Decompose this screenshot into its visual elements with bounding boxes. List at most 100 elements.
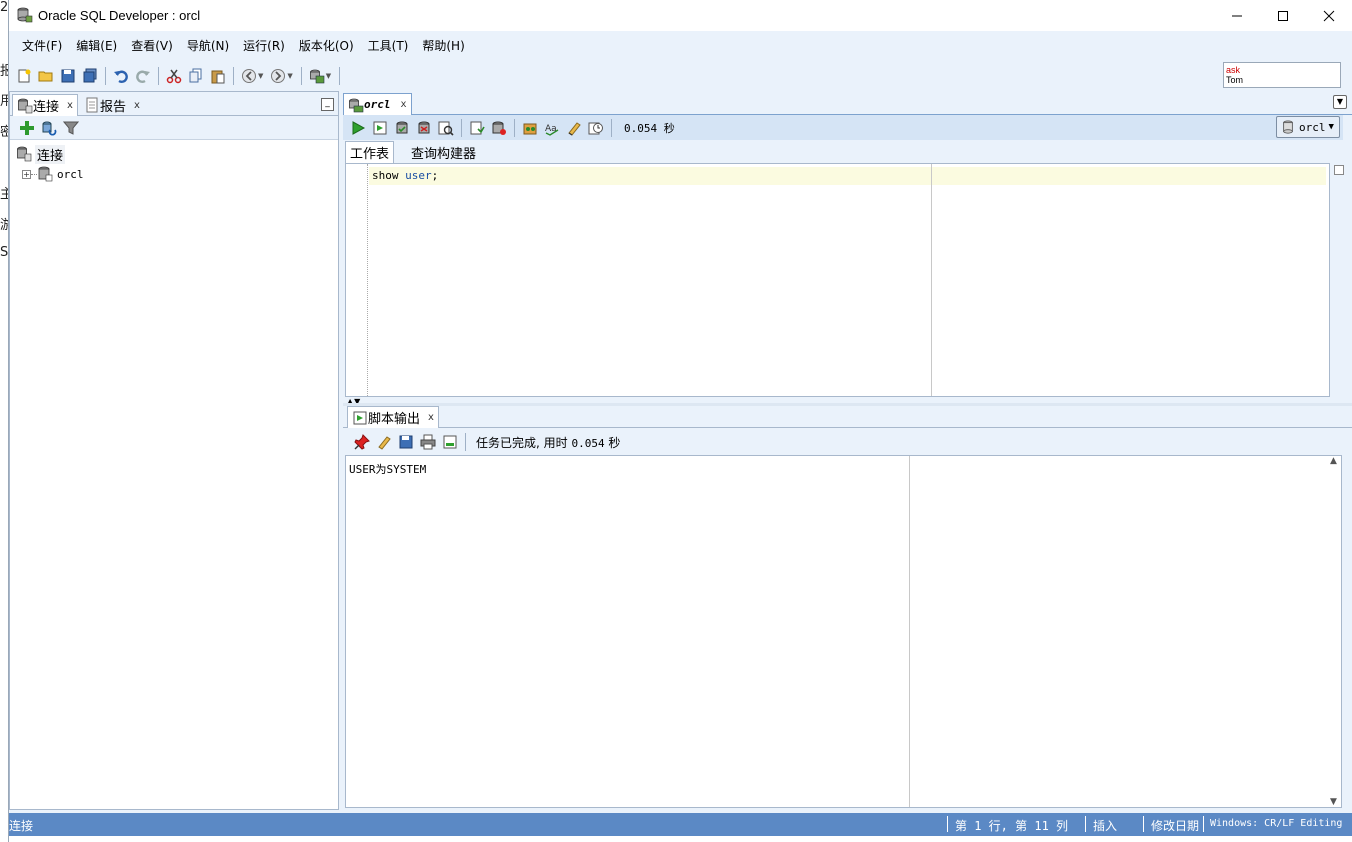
explain-plan-button[interactable]: [435, 117, 457, 139]
menu-tools[interactable]: 工具(T): [361, 37, 416, 54]
editor-corner-button[interactable]: [1334, 165, 1344, 175]
script-output-area[interactable]: USER为SYSTEM ▲ ▼: [345, 455, 1342, 808]
tab-query-builder[interactable]: 查询构建器: [407, 141, 480, 163]
save-icon: [399, 435, 413, 449]
connections-toolbar: [10, 116, 338, 140]
minimize-window-button[interactable]: [1214, 0, 1260, 31]
status-bar: 连接 第 1 行, 第 11 列 插入 修改日期 Windows: CR/LF …: [9, 813, 1352, 836]
close-tab-icon[interactable]: x: [428, 412, 434, 423]
task-status-prefix: 任务已完成, 用时: [476, 435, 568, 450]
desktop-background: 2 报 用 密 主 游 S: [0, 0, 13, 842]
save-button[interactable]: [57, 65, 79, 87]
paste-button[interactable]: [207, 65, 229, 87]
format-case-button[interactable]: Aa: [541, 117, 563, 139]
menu-navigate[interactable]: 导航(N): [180, 37, 236, 54]
sql-editor[interactable]: show user;: [345, 163, 1330, 397]
app-window: Oracle SQL Developer : orcl 文件(F) 编辑(E) …: [8, 0, 1352, 842]
tab-list-button[interactable]: ▼: [1333, 95, 1347, 109]
chevron-down-icon: ▼: [1328, 122, 1334, 132]
connections-tree: 连接 + orcl: [16, 144, 84, 184]
sql-tuning-button[interactable]: [519, 117, 541, 139]
forward-button[interactable]: [267, 65, 289, 87]
back-button[interactable]: [238, 65, 260, 87]
rollback-button[interactable]: [413, 117, 435, 139]
print-output-button[interactable]: [417, 431, 439, 453]
undo-button[interactable]: [110, 65, 132, 87]
tree-item-orcl[interactable]: + orcl: [22, 164, 84, 184]
chevron-down-icon[interactable]: ▼: [326, 72, 331, 80]
tab-worksheet[interactable]: 工作表: [345, 141, 395, 163]
plus-icon: [20, 120, 34, 135]
save-all-button[interactable]: [79, 65, 101, 87]
filter-button[interactable]: [60, 117, 82, 139]
save-output-button[interactable]: [395, 431, 417, 453]
clear-output-button[interactable]: [373, 431, 395, 453]
menu-file[interactable]: 文件(F): [15, 37, 69, 54]
menu-edit[interactable]: 编辑(E): [69, 37, 124, 54]
reports-icon: [86, 97, 98, 113]
redo-button[interactable]: [132, 65, 154, 87]
menu-versioning[interactable]: 版本化(O): [292, 37, 361, 54]
menu-run[interactable]: 运行(R): [236, 37, 292, 54]
output-scrollbar[interactable]: ▲ ▼: [1329, 456, 1341, 807]
clear-button[interactable]: [563, 117, 585, 139]
tab-label: orcl: [364, 98, 391, 111]
copy-button[interactable]: [185, 65, 207, 87]
sql-worksheet-button[interactable]: [306, 65, 328, 87]
clear-db-button[interactable]: [488, 117, 510, 139]
output-script-button[interactable]: [439, 431, 461, 453]
autotrace-icon: [470, 121, 485, 134]
chevron-down-icon[interactable]: ▼: [258, 72, 263, 80]
undo-icon: [114, 70, 128, 83]
tab-reports[interactable]: 报告 x: [80, 94, 144, 116]
tab-orcl-worksheet[interactable]: orcl x: [343, 93, 412, 115]
run-script-button[interactable]: [369, 117, 391, 139]
close-tab-icon[interactable]: x: [134, 100, 140, 111]
toolbar-separator: [339, 66, 341, 85]
menu-view[interactable]: 查看(V): [124, 37, 180, 54]
minimize-icon: [1232, 15, 1242, 16]
script-output-icon: [443, 435, 457, 449]
expand-icon[interactable]: +: [22, 169, 31, 179]
open-button[interactable]: [35, 65, 57, 87]
close-icon: [1323, 10, 1335, 21]
refresh-connections-button[interactable]: [38, 117, 60, 139]
ask-tom-label: ask: [1226, 65, 1241, 75]
filter-icon: [63, 121, 79, 135]
refresh-icon: [42, 121, 57, 135]
tab-connections[interactable]: 连接 x: [12, 94, 78, 116]
close-tab-icon[interactable]: x: [67, 100, 73, 111]
pin-button[interactable]: [351, 431, 373, 453]
menu-help[interactable]: 帮助(H): [415, 37, 471, 54]
close-tab-icon[interactable]: x: [401, 99, 407, 110]
sql-history-button[interactable]: [585, 117, 607, 139]
chevron-down-icon[interactable]: ▼: [287, 72, 292, 80]
scissors-icon: [166, 69, 182, 83]
scroll-down-icon[interactable]: ▼: [1330, 797, 1337, 807]
tree-root[interactable]: 连接: [16, 144, 84, 164]
scroll-up-icon[interactable]: ▲: [1330, 456, 1337, 466]
status-insert-mode: 插入: [1093, 819, 1118, 833]
database-sql-icon: [309, 69, 325, 83]
close-window-button[interactable]: [1306, 0, 1352, 31]
new-button[interactable]: [13, 65, 35, 87]
maximize-window-button[interactable]: [1260, 0, 1306, 31]
save-icon: [61, 69, 75, 82]
title-bar[interactable]: Oracle SQL Developer : orcl: [9, 0, 1352, 31]
minimize-panel-button[interactable]: _: [321, 98, 334, 111]
tab-script-output[interactable]: 脚本输出 x: [347, 406, 439, 428]
autotrace-button[interactable]: [466, 117, 488, 139]
run-statement-button[interactable]: [347, 117, 369, 139]
ask-tom-search-widget[interactable]: ask Tom: [1223, 62, 1341, 88]
commit-button[interactable]: [391, 117, 413, 139]
task-status-unit: 秒: [608, 435, 621, 450]
editor-tab-strip: orcl x ▼: [343, 91, 1352, 115]
cut-button[interactable]: [163, 65, 185, 87]
tree-item-label: orcl: [57, 167, 84, 181]
connection-selector[interactable]: orcl ▼: [1276, 116, 1340, 138]
open-folder-icon: [38, 71, 53, 81]
explain-plan-icon: [438, 121, 454, 136]
paste-icon: [211, 70, 225, 83]
add-connection-button[interactable]: [16, 117, 38, 139]
tab-label: 报告: [100, 99, 127, 115]
